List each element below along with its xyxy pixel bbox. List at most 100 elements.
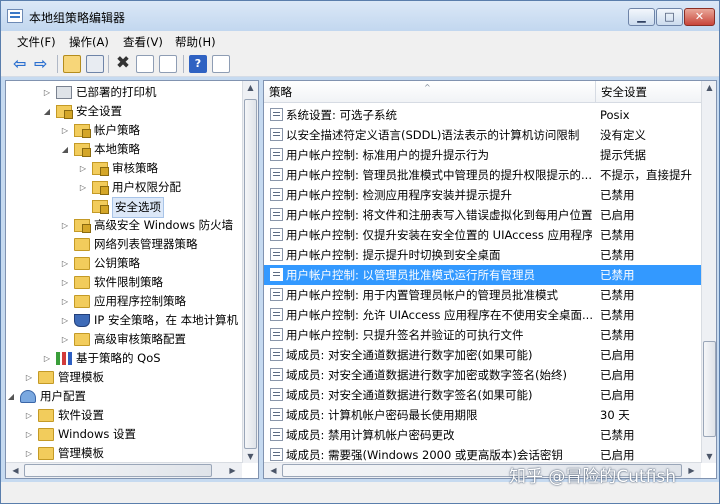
policy-icon (270, 108, 283, 121)
minimize-button[interactable]: ▁ (628, 8, 655, 26)
expand-arrow-icon[interactable]: ▷ (24, 368, 34, 387)
tree-node[interactable]: ▷ 管理模板 (6, 368, 242, 387)
table-row[interactable]: 域成员: 禁用计算机帐户密码更改 已禁用 (264, 425, 701, 445)
expand-arrow-icon[interactable]: ▷ (60, 254, 70, 273)
tree-node-label: 高级审核策略配置 (94, 332, 186, 346)
collapse-arrow-icon[interactable]: ◢ (42, 102, 52, 121)
tree-vertical-scrollbar[interactable]: ▲ ▼ (242, 81, 258, 463)
tree-node[interactable]: ▷ 高级安全 Windows 防火墙 (6, 216, 242, 235)
scroll-right-icon[interactable]: ▶ (684, 466, 699, 475)
scroll-up-icon[interactable]: ▲ (243, 83, 258, 92)
scroll-down-icon[interactable]: ▼ (243, 452, 258, 461)
table-row[interactable]: 域成员: 对安全通道数据进行数字加密或数字签名(始终) 已启用 (264, 365, 701, 385)
table-row[interactable]: 用户帐户控制: 提示提升时切换到安全桌面 已禁用 (264, 245, 701, 265)
close-button[interactable]: ✕ (684, 8, 715, 26)
policy-name: 用户帐户控制: 将文件和注册表写入错误虚拟化到每用户位置 (286, 208, 592, 222)
table-row[interactable]: 域成员: 计算机帐户密码最长使用期限 30 天 (264, 405, 701, 425)
tree-node[interactable]: ▷ 应用程序控制策略 (6, 292, 242, 311)
tree-node[interactable]: ▷ 基于策略的 QoS (6, 349, 242, 368)
expand-arrow-icon[interactable]: ▷ (60, 216, 70, 235)
menu-file[interactable]: 文件(F) (17, 34, 56, 50)
tree-node[interactable]: 网络列表管理器策略 (6, 235, 242, 254)
tree-node[interactable]: ▷ 软件限制策略 (6, 273, 242, 292)
folder-icon (38, 371, 54, 384)
tree-node[interactable]: ▷ 公钥策略 (6, 254, 242, 273)
expand-arrow-icon[interactable]: ▷ (42, 349, 52, 368)
tree-node[interactable]: ◢ 安全设置 (6, 102, 242, 121)
show-tree-icon[interactable] (86, 55, 104, 73)
tree-node[interactable]: ▷ 用户权限分配 (6, 178, 242, 197)
tree-pane[interactable]: ▷ 已部署的打印机 ◢ 安全设置 ▷ 帐户策略 ◢ 本地策略 ▷ 审核策略 ▷ 用户权限分配 安全选项 ▷… (5, 80, 259, 479)
tree-hscroll-thumb[interactable] (24, 464, 212, 477)
tree-node[interactable]: ▷ 审核策略 (6, 159, 242, 178)
tree-node-label: 管理模板 (58, 370, 104, 384)
expand-arrow-icon[interactable]: ▷ (78, 159, 88, 178)
tree-node[interactable]: 安全选项 (6, 197, 242, 218)
expand-arrow-icon[interactable]: ▷ (24, 425, 34, 444)
tree-node[interactable]: ▷ Windows 设置 (6, 425, 242, 444)
maximize-button[interactable]: □ (656, 8, 683, 26)
tree-node[interactable]: ◢ 用户配置 (6, 387, 242, 406)
security-setting-value: 不提示，直接提升 (600, 168, 692, 182)
collapse-arrow-icon[interactable]: ◢ (6, 387, 16, 406)
expand-arrow-icon[interactable]: ▷ (60, 292, 70, 311)
table-row[interactable]: 用户帐户控制: 将文件和注册表写入错误虚拟化到每用户位置 已启用 (264, 205, 701, 225)
collapse-arrow-icon[interactable]: ◢ (60, 140, 70, 159)
forward-arrow-icon[interactable]: ⇨ (34, 55, 52, 73)
scroll-down-icon[interactable]: ▼ (702, 452, 716, 461)
table-row[interactable]: 用户帐户控制: 允许 UIAccess 应用程序在不使用安全桌面... 已禁用 (264, 305, 701, 325)
up-folder-icon[interactable] (63, 55, 81, 73)
view-icon[interactable] (212, 55, 230, 73)
scroll-left-icon[interactable]: ◀ (8, 466, 23, 475)
menu-help[interactable]: 帮助(H) (175, 34, 216, 50)
menu-action[interactable]: 操作(A) (69, 34, 109, 50)
tree-node[interactable]: ▷ 已部署的打印机 (6, 83, 242, 102)
expand-arrow-icon[interactable]: ▷ (78, 178, 88, 197)
expand-arrow-icon[interactable]: ▷ (60, 121, 70, 140)
back-arrow-icon[interactable]: ⇦ (13, 55, 31, 73)
policy-name: 用户帐户控制: 以管理员批准模式运行所有管理员 (286, 268, 536, 282)
tree-node[interactable]: ◢ 本地策略 (6, 140, 242, 159)
table-row[interactable]: 用户帐户控制: 以管理员批准模式运行所有管理员 已禁用 (264, 265, 701, 285)
delete-icon[interactable]: ✖ (114, 55, 132, 73)
column-header-setting[interactable]: 安全设置 (595, 81, 701, 103)
policy-list-pane[interactable]: 策略 ^ 安全设置 系统设置: 可选子系统 Posix 以安全描述符定义语言(SDD… (263, 80, 717, 479)
tree-scroll-thumb[interactable] (244, 99, 257, 449)
table-row[interactable]: 系统设置: 可选子系统 Posix (264, 105, 701, 125)
tree-node[interactable]: ▷ 帐户策略 (6, 121, 242, 140)
scroll-left-icon[interactable]: ◀ (266, 466, 281, 475)
table-row[interactable]: 用户帐户控制: 仅提升安装在安全位置的 UIAccess 应用程序 已禁用 (264, 225, 701, 245)
table-row[interactable]: 以安全描述符定义语言(SDDL)语法表示的计算机访问限制 没有定义 (264, 125, 701, 145)
table-row[interactable]: 域成员: 对安全通道数据进行数字签名(如果可能) 已启用 (264, 385, 701, 405)
security-setting-value: 30 天 (600, 408, 630, 422)
menu-view[interactable]: 查看(V) (123, 34, 163, 50)
export-list-icon[interactable] (159, 55, 177, 73)
tree-node[interactable]: ▷ 软件设置 (6, 406, 242, 425)
list-vertical-scrollbar[interactable]: ▲ ▼ (701, 81, 716, 463)
tree-node[interactable]: ▷ IP 安全策略，在 本地计算机 (6, 311, 242, 330)
title-bar[interactable]: 本地组策略编辑器 ▁ □ ✕ (1, 1, 719, 31)
tree-horizontal-scrollbar[interactable]: ◀ ▶ (6, 462, 242, 478)
table-row[interactable]: 用户帐户控制: 管理员批准模式中管理员的提升权限提示的... 不提示，直接提升 (264, 165, 701, 185)
expand-arrow-icon[interactable]: ▷ (24, 406, 34, 425)
tree-node[interactable]: ▷ 管理模板 (6, 444, 242, 463)
expand-arrow-icon[interactable]: ▷ (60, 273, 70, 292)
expand-arrow-icon[interactable]: ▷ (60, 330, 70, 349)
table-row[interactable]: 用户帐户控制: 只提升签名并验证的可执行文件 已禁用 (264, 325, 701, 345)
policy-name: 域成员: 禁用计算机帐户密码更改 (286, 428, 455, 442)
scroll-up-icon[interactable]: ▲ (702, 83, 716, 92)
tree-node[interactable]: ▷ 高级审核策略配置 (6, 330, 242, 349)
table-row[interactable]: 用户帐户控制: 标准用户的提升提示行为 提示凭据 (264, 145, 701, 165)
table-row[interactable]: 用户帐户控制: 用于内置管理员帐户的管理员批准模式 已禁用 (264, 285, 701, 305)
properties-icon[interactable] (136, 55, 154, 73)
policy-name: 用户帐户控制: 允许 UIAccess 应用程序在不使用安全桌面... (286, 308, 592, 322)
column-header-policy[interactable]: 策略 ^ (264, 81, 595, 103)
expand-arrow-icon[interactable]: ▷ (24, 444, 34, 463)
expand-arrow-icon[interactable]: ▷ (42, 83, 52, 102)
expand-arrow-icon[interactable]: ▷ (60, 311, 70, 330)
table-row[interactable]: 域成员: 对安全通道数据进行数字加密(如果可能) 已启用 (264, 345, 701, 365)
scroll-right-icon[interactable]: ▶ (225, 466, 240, 475)
list-scroll-thumb[interactable] (703, 341, 716, 437)
table-row[interactable]: 用户帐户控制: 检测应用程序安装并提示提升 已禁用 (264, 185, 701, 205)
help-icon[interactable]: ? (189, 55, 207, 73)
